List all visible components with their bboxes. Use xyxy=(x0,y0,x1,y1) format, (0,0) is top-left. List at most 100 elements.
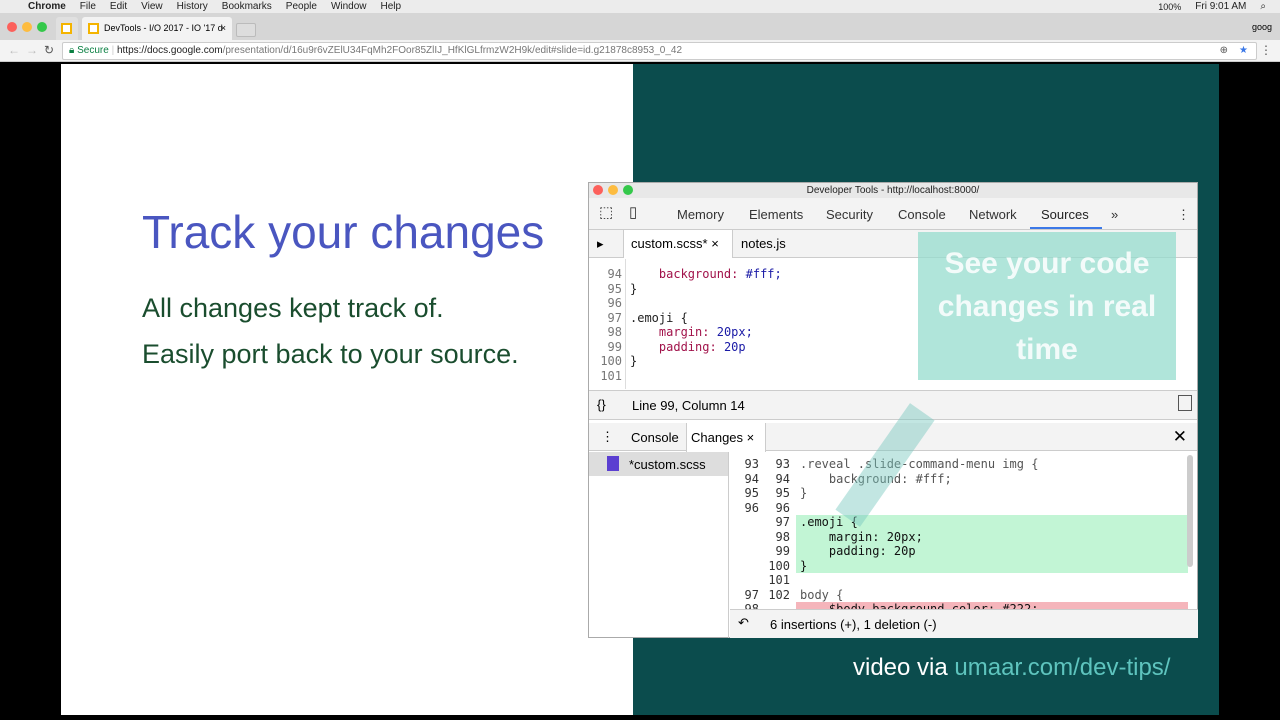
bookmark-star-icon[interactable]: ★ xyxy=(1239,43,1248,59)
devtools-titlebar: Developer Tools - http://localhost:8000/ xyxy=(589,183,1197,198)
tab-network[interactable]: Network xyxy=(969,207,1017,222)
old-line-number: 94 xyxy=(744,471,759,486)
diff-scrollbar[interactable] xyxy=(1187,455,1193,567)
diff-code: margin: 20px; xyxy=(796,529,1188,544)
zoom-icon[interactable]: ⊕ xyxy=(1220,43,1228,59)
active-tab-underline xyxy=(1030,227,1102,229)
video-credit-link[interactable]: umaar.com/dev-tips/ xyxy=(954,654,1170,681)
diff-code: } xyxy=(796,558,1188,573)
toggle-drawer-icon[interactable] xyxy=(1178,395,1192,411)
more-tabs-button[interactable]: » xyxy=(1111,207,1118,222)
minimize-window-button[interactable] xyxy=(608,185,618,195)
changed-file-name: *custom.scss xyxy=(629,457,706,472)
code-line: 99 padding: 20p xyxy=(589,340,919,355)
slides-icon xyxy=(61,23,72,34)
changes-footer: ↶ 6 insertions (+), 1 deletion (-) xyxy=(730,609,1198,638)
pinned-tab[interactable] xyxy=(56,17,78,40)
tab-strip: DevTools - I/O 2017 - IO '17 d × goog xyxy=(0,13,1280,40)
close-window-button[interactable] xyxy=(7,22,17,32)
url-host: https://docs.google.com xyxy=(116,45,223,56)
profile-name[interactable]: goog xyxy=(1252,22,1272,32)
mac-menubar: Chrome File Edit View History Bookmarks … xyxy=(0,0,1280,13)
code-text: margin: 20px; xyxy=(658,325,753,339)
menu-people[interactable]: People xyxy=(286,1,317,12)
code-line: 97 .emoji { xyxy=(589,311,919,326)
drawer-menu-icon[interactable]: ⋮ xyxy=(601,429,614,445)
battery-status: 100% xyxy=(1158,1,1182,12)
diff-line-same: 96 96 xyxy=(730,501,1188,516)
slide-title: Track your changes xyxy=(142,206,545,258)
line-number: 101 xyxy=(600,368,622,383)
code-text: padding: 20p xyxy=(658,339,746,354)
new-line-number: 93 xyxy=(775,457,790,471)
editor-status-bar: {} Line 99, Column 14 xyxy=(589,390,1197,420)
line-number: 94 xyxy=(607,267,622,281)
code-line: 96 xyxy=(589,296,919,311)
device-toolbar-icon[interactable]: ▯ xyxy=(629,203,637,221)
code-line: 100} xyxy=(589,354,919,369)
drawer-tab-console[interactable]: Console xyxy=(631,430,679,445)
diff-line-add: 99 padding: 20p xyxy=(730,544,1188,559)
file-tab-notes-js[interactable]: notes.js xyxy=(741,236,786,251)
clock: Fri 9:01 AM xyxy=(1195,1,1247,12)
search-icon[interactable]: ⌕ xyxy=(1260,1,1266,12)
minimize-window-button[interactable] xyxy=(22,22,32,32)
menu-window[interactable]: Window xyxy=(331,1,367,12)
old-line-number: 95 xyxy=(744,486,759,500)
slide-bullet: All changes kept track of. xyxy=(142,293,444,323)
browser-tab-active[interactable]: DevTools - I/O 2017 - IO '17 d × xyxy=(82,17,232,40)
inspect-element-icon[interactable]: ⬚ xyxy=(599,203,613,221)
diff-code: $body-background-color: #222; xyxy=(796,602,1188,609)
tab-security[interactable]: Security xyxy=(826,207,873,222)
line-number: 97 xyxy=(607,310,622,325)
file-icon xyxy=(607,456,619,471)
menu-icon[interactable]: ⋮ xyxy=(1260,43,1272,57)
line-number: 98 xyxy=(607,325,622,339)
tab-elements[interactable]: Elements xyxy=(749,207,803,222)
maximize-window-button[interactable] xyxy=(37,22,47,32)
close-window-button[interactable] xyxy=(593,185,603,195)
close-file-icon[interactable]: × xyxy=(711,236,719,251)
tab-memory[interactable]: Memory xyxy=(677,207,724,222)
revert-icon[interactable]: ↶ xyxy=(738,615,749,631)
address-bar[interactable]: 🔒︎ Secure | https://docs.google.com/pres… xyxy=(62,42,1257,60)
pretty-print-icon[interactable]: {} xyxy=(597,397,606,412)
menu-app[interactable]: Chrome xyxy=(28,1,66,12)
line-number: 96 xyxy=(607,296,622,310)
close-changes-icon[interactable]: × xyxy=(747,430,755,445)
menu-view[interactable]: View xyxy=(141,1,163,12)
forward-icon[interactable]: → xyxy=(26,43,38,57)
new-line-number: 94 xyxy=(775,471,790,486)
new-tab-button[interactable] xyxy=(236,23,256,37)
old-line-number: 96 xyxy=(744,500,759,515)
menu-bookmarks[interactable]: Bookmarks xyxy=(222,1,272,12)
new-line-number: 102 xyxy=(768,587,790,602)
cursor-position: Line 99, Column 14 xyxy=(632,398,745,413)
code-line: 94 background: #fff; xyxy=(589,267,919,282)
menu-edit[interactable]: Edit xyxy=(110,1,127,12)
slide-left-panel xyxy=(61,64,633,715)
devtools-menu-icon[interactable]: ⋮ xyxy=(1177,207,1190,223)
tab-console[interactable]: Console xyxy=(898,207,946,222)
menu-file[interactable]: File xyxy=(80,1,96,12)
reload-icon[interactable]: ↻ xyxy=(44,43,54,57)
close-tab-icon[interactable]: × xyxy=(221,17,226,40)
menu-help[interactable]: Help xyxy=(381,1,402,12)
tab-title: DevTools - I/O 2017 - IO '17 d xyxy=(104,23,223,33)
toggle-navigator-icon[interactable]: ▸ xyxy=(597,236,604,252)
close-drawer-icon[interactable]: ✕ xyxy=(1173,427,1187,447)
maximize-window-button[interactable] xyxy=(623,185,633,195)
file-tab-custom-scss[interactable]: custom.scss* × xyxy=(623,230,733,258)
tab-sources[interactable]: Sources xyxy=(1041,207,1089,222)
new-line-number: 101 xyxy=(768,573,790,587)
overlay-callout: See your code changes in real time xyxy=(918,232,1176,380)
back-icon[interactable]: ← xyxy=(8,43,20,57)
devtools-title: Developer Tools - http://localhost:8000/ xyxy=(806,185,980,196)
menu-history[interactable]: History xyxy=(177,1,208,12)
code-text: background: #fff; xyxy=(658,267,782,281)
code-line: 98 margin: 20px; xyxy=(589,325,919,340)
drawer-tab-changes[interactable]: Changes × xyxy=(686,423,766,452)
changed-file-item[interactable]: *custom.scss xyxy=(589,452,728,476)
drawer-tab-label: Changes xyxy=(691,430,744,445)
diff-view[interactable]: 93 93 .reveal .slide-command-menu img {94 9… xyxy=(730,452,1188,609)
